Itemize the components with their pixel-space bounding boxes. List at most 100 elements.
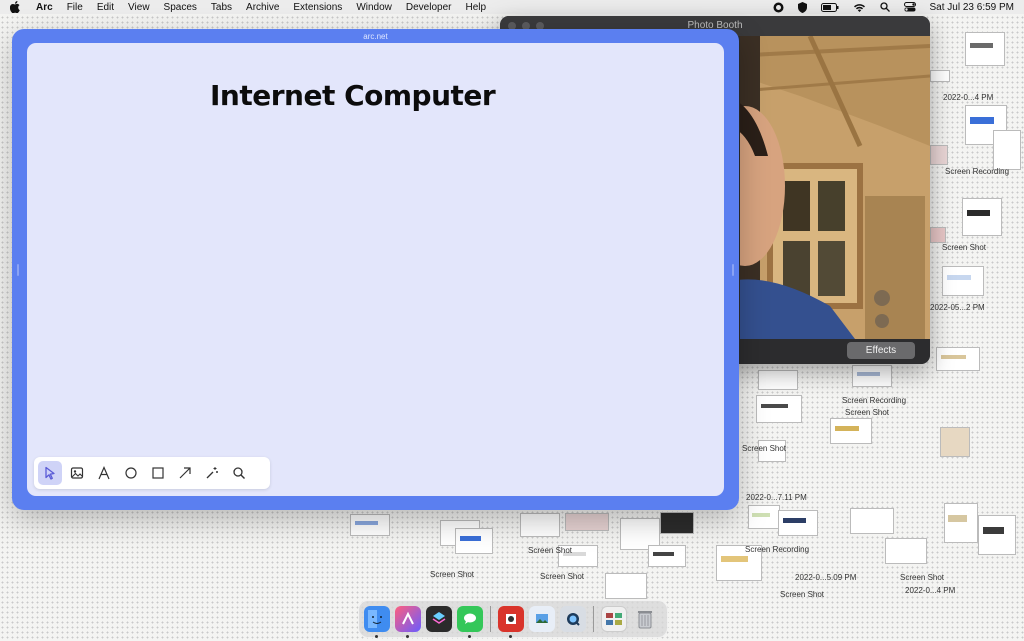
text-tool[interactable] <box>92 461 116 485</box>
arc-window: arc.net Internet Computer <box>12 29 739 510</box>
photo-booth-icon[interactable] <box>498 606 524 638</box>
record-icon[interactable] <box>773 2 784 13</box>
desktop-file-thumbnail[interactable] <box>830 418 872 444</box>
screenshot-folder-icon[interactable] <box>601 606 627 632</box>
desktop-file-thumbnail[interactable] <box>993 130 1021 170</box>
desktop-file-thumbnail[interactable] <box>930 70 950 82</box>
square-icon <box>152 467 164 479</box>
desktop-file-thumbnail[interactable] <box>350 514 390 536</box>
desktop-file-thumbnail[interactable] <box>605 573 647 599</box>
desktop-file-thumbnail[interactable] <box>758 370 798 390</box>
dock <box>358 600 668 638</box>
menu-archive[interactable]: Archive <box>246 2 279 13</box>
effects-button[interactable]: Effects <box>847 342 915 359</box>
menu-help[interactable]: Help <box>465 2 486 13</box>
running-indicator <box>509 635 512 638</box>
trash-icon[interactable] <box>632 606 658 632</box>
control-center-icon[interactable] <box>903 2 916 12</box>
shield-icon[interactable] <box>797 1 807 13</box>
desktop-file-thumbnail[interactable] <box>930 227 946 243</box>
desktop-file-label: Screen Recording <box>945 167 1010 176</box>
quicktime-icon[interactable] <box>560 606 586 632</box>
desktop-file-label: 2022-0...7.11 PM <box>746 493 807 502</box>
desktop-file-thumbnail[interactable] <box>520 513 560 537</box>
image-tool[interactable] <box>65 461 89 485</box>
desktop-file-label: Screen Shot <box>900 573 945 582</box>
apple-icon[interactable] <box>10 1 22 13</box>
menu-tabs[interactable]: Tabs <box>211 2 232 13</box>
select-tool[interactable] <box>38 461 62 485</box>
arrow-tool[interactable] <box>173 461 197 485</box>
dock-separator <box>490 606 491 632</box>
shortcuts-icon[interactable] <box>426 606 452 632</box>
resize-handle-right[interactable] <box>732 264 734 276</box>
messages-icon[interactable] <box>457 606 483 638</box>
url-label[interactable]: arc.net <box>12 32 739 41</box>
easel-canvas[interactable]: Internet Computer <box>27 43 724 496</box>
desktop-file-label: Screen Shot <box>845 408 890 417</box>
desktop-file-thumbnail[interactable] <box>885 538 927 564</box>
menu-clock[interactable]: Sat Jul 23 6:59 PM <box>930 2 1015 13</box>
desktop-file-label: 2022-0...4 PM <box>905 586 956 595</box>
desktop-file-thumbnail[interactable] <box>565 513 609 531</box>
preview-icon[interactable] <box>529 606 555 632</box>
battery-icon[interactable] <box>820 2 839 12</box>
desktop-file-thumbnail[interactable] <box>850 508 894 534</box>
resize-handle-left[interactable] <box>17 264 19 276</box>
desktop-file-label: 2022-0...5.09 PM <box>795 573 857 582</box>
zoom-tool[interactable] <box>227 461 251 485</box>
desktop-file-thumbnail[interactable] <box>778 510 818 536</box>
menu-edit[interactable]: Edit <box>97 2 114 13</box>
circle-tool[interactable] <box>119 461 143 485</box>
desktop-file-thumbnail[interactable] <box>944 503 978 543</box>
desktop-file-label: 2022-05...2 PM <box>930 303 985 312</box>
search-icon[interactable] <box>879 2 890 12</box>
image-icon <box>70 467 84 479</box>
desktop-file-label: Screen Shot <box>742 444 787 453</box>
menu-bar: Arc File Edit View Spaces Tabs Archive E… <box>0 0 1024 14</box>
wifi-icon[interactable] <box>853 2 866 12</box>
desktop-file-label: Screen Shot <box>780 590 825 599</box>
desktop-file-thumbnail[interactable] <box>936 347 980 371</box>
drawing-toolbar <box>34 457 270 489</box>
desktop-file-label: Screen Recording <box>842 396 907 405</box>
desktop-file-thumbnail[interactable] <box>748 505 780 529</box>
circle-icon <box>125 467 137 479</box>
desktop-file-thumbnail[interactable] <box>978 515 1016 555</box>
running-indicator <box>406 635 409 638</box>
menu-extensions[interactable]: Extensions <box>293 2 342 13</box>
desktop-file-thumbnail[interactable] <box>648 545 686 567</box>
menu-spaces[interactable]: Spaces <box>164 2 197 13</box>
desktop-file-label: Screen Shot <box>528 546 573 555</box>
desktop-file-thumbnail[interactable] <box>942 266 984 296</box>
desktop-file-thumbnail[interactable] <box>962 198 1002 236</box>
status-area: Sat Jul 23 6:59 PM <box>773 0 1015 14</box>
desktop-file-thumbnail[interactable] <box>756 395 802 423</box>
menu-developer[interactable]: Developer <box>406 2 452 13</box>
desktop-file-thumbnail[interactable] <box>455 528 493 554</box>
magic-tool[interactable] <box>200 461 224 485</box>
finder-icon[interactable] <box>364 606 390 638</box>
desktop-file-label: Screen Recording <box>745 545 810 554</box>
canvas-title[interactable]: Internet Computer <box>210 79 496 112</box>
desktop-file-label: Screen Shot <box>430 570 475 579</box>
arrow-icon <box>179 467 191 479</box>
running-indicator <box>375 635 378 638</box>
menu-file[interactable]: File <box>67 2 83 13</box>
magnifier-icon <box>233 467 245 479</box>
menu-arc[interactable]: Arc <box>36 2 53 13</box>
arc-icon[interactable] <box>395 606 421 638</box>
desktop-file-label: 2022-0...4 PM <box>943 93 994 102</box>
cursor-icon <box>45 466 55 480</box>
desktop-file-thumbnail[interactable] <box>965 32 1005 66</box>
desktop-file-thumbnail[interactable] <box>930 145 948 165</box>
rectangle-tool[interactable] <box>146 461 170 485</box>
desktop-file-thumbnail[interactable] <box>852 365 892 387</box>
desktop-file-thumbnail[interactable] <box>660 512 694 534</box>
menu-window[interactable]: Window <box>356 2 392 13</box>
menu-view[interactable]: View <box>128 2 150 13</box>
sparkle-icon <box>206 467 218 479</box>
running-indicator <box>468 635 471 638</box>
desktop-file-label: Screen Shot <box>540 572 585 581</box>
desktop-file-thumbnail[interactable] <box>940 427 970 457</box>
